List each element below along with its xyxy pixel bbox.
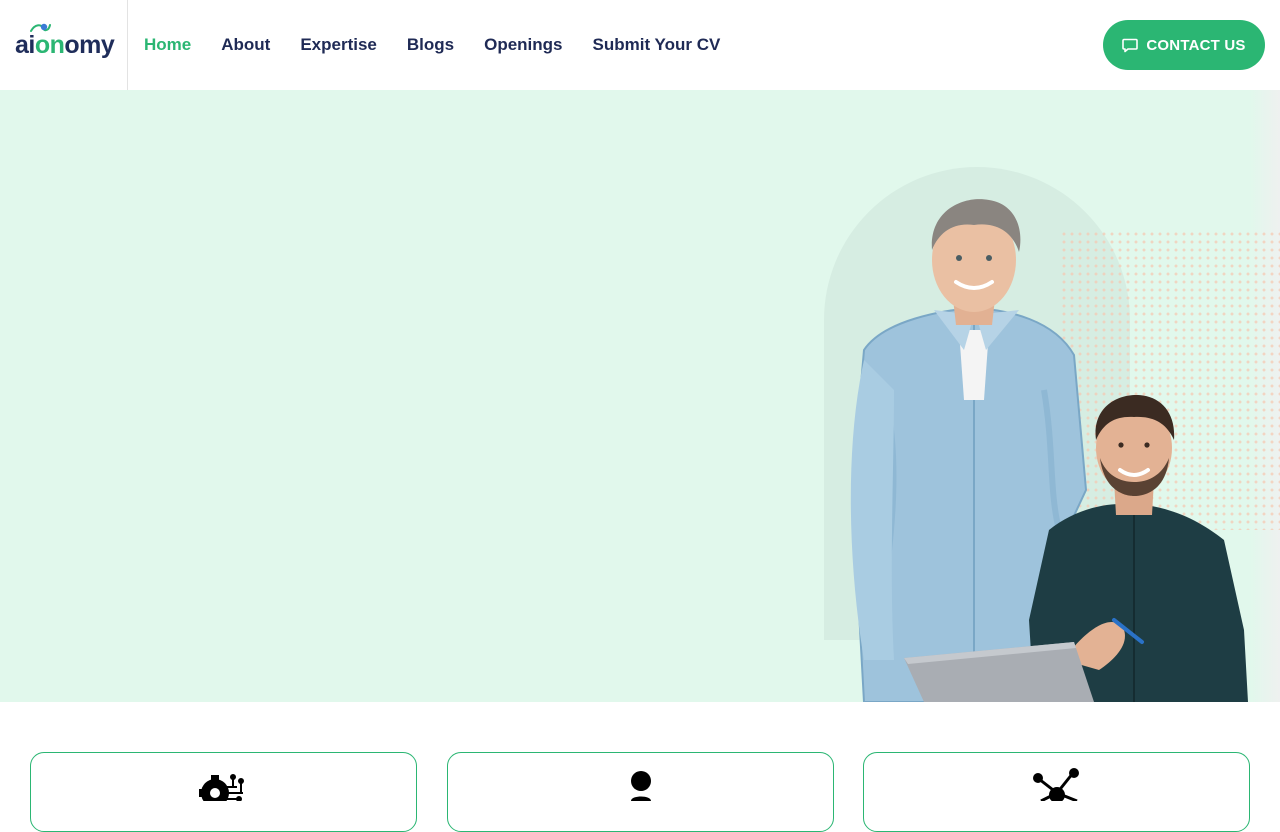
nav-expertise[interactable]: Expertise xyxy=(300,35,377,55)
logo-text-end: omy xyxy=(64,30,115,59)
feature-cards xyxy=(0,702,1280,832)
logo-text: aionomy xyxy=(15,23,115,60)
logo-text-accent: on xyxy=(34,30,65,59)
nav-about[interactable]: About xyxy=(221,35,270,55)
site-header: aionomy Home About Expertise Blogs Openi… xyxy=(0,0,1280,90)
contact-us-label: CONTACT US xyxy=(1146,36,1246,54)
contact-us-button[interactable]: CONTACT US xyxy=(1103,20,1265,70)
main-nav: Home About Expertise Blogs Openings Subm… xyxy=(144,35,750,55)
nav-openings[interactable]: Openings xyxy=(484,35,562,55)
network-nodes-icon xyxy=(1029,767,1085,806)
nav-blogs[interactable]: Blogs xyxy=(407,35,454,55)
feature-card-1[interactable] xyxy=(30,752,417,832)
nav-home[interactable]: Home xyxy=(144,35,191,55)
nav-submit-cv[interactable]: Submit Your CV xyxy=(593,35,721,55)
logo-text-start: ai xyxy=(15,30,35,59)
feature-card-3[interactable] xyxy=(863,752,1250,832)
feature-card-2[interactable] xyxy=(447,752,834,832)
hero-photo xyxy=(850,199,1248,702)
gear-circuit-icon xyxy=(193,767,255,807)
logo-swoosh-icon xyxy=(30,23,51,32)
logo[interactable]: aionomy xyxy=(0,0,128,90)
hero-section xyxy=(0,90,1280,702)
chat-icon xyxy=(1122,38,1139,53)
person-icon xyxy=(626,767,656,806)
